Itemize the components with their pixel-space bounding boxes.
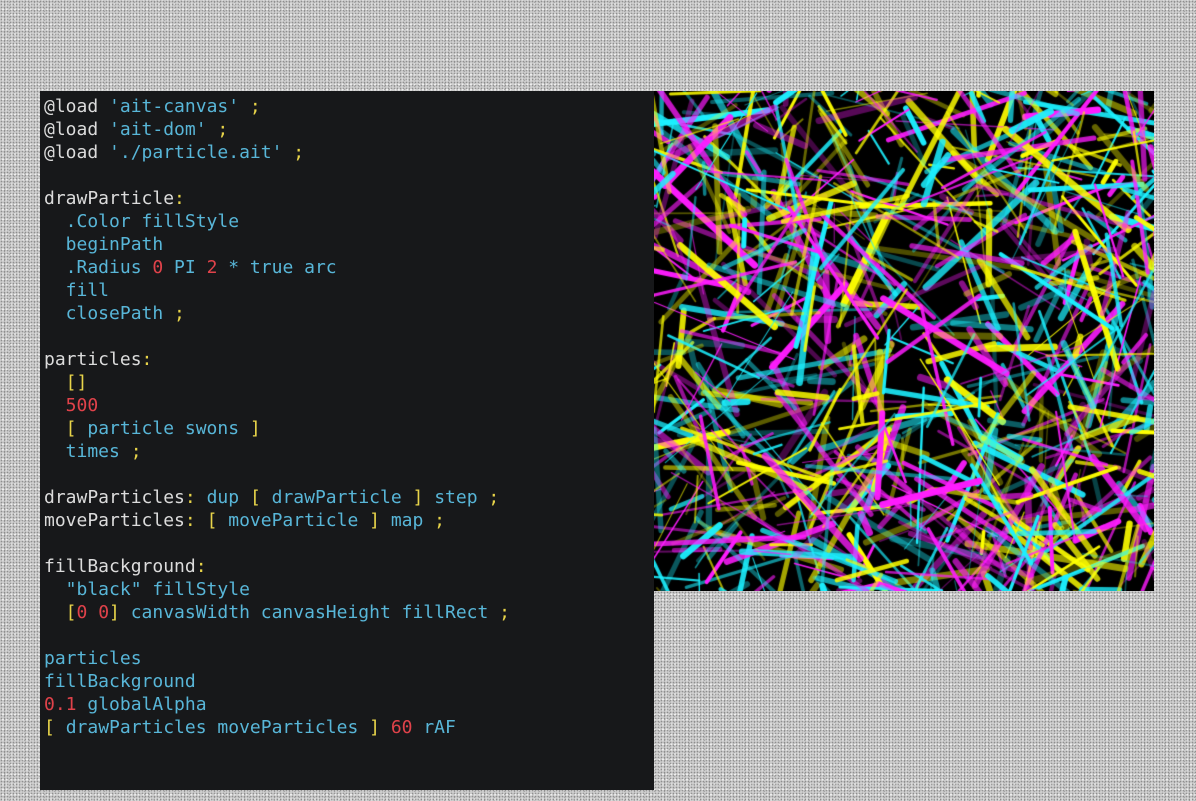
code-token: ] [369,717,391,738]
code-token: ] [412,487,435,508]
code-token: : [184,487,207,508]
code-token: step [434,487,478,508]
code-token: : [174,188,185,209]
code-line: "black" fillStyle [44,578,654,601]
code-token: : [ [184,510,229,531]
code-token: ; [206,119,229,140]
code-line: moveParticles: [ moveParticle ] map ; [44,509,654,532]
code-token: beginPath [44,234,164,255]
code-line: .Radius 0 PI 2 * true arc [44,256,654,279]
code-token: ; [239,96,261,117]
code-token: ] [109,602,120,623]
code-token: drawParticle [44,188,175,209]
code-token: ; [282,142,305,163]
code-token: drawParticles moveParticles [65,717,370,738]
code-line: @load './particle.ait' ; [44,141,654,164]
code-token: fillBackground [44,556,196,577]
code-token: './particle.ait' [109,142,283,163]
code-token: ; [488,602,511,623]
code-token: closePath [44,303,164,324]
code-token: @load [44,96,110,117]
code-token: moveParticle [228,510,370,531]
code-line: closePath ; [44,302,654,325]
code-token: 0.1 [44,694,77,715]
code-token: 'ait-dom' [109,119,207,140]
code-token: 0 [152,257,164,278]
code-token: [ [44,602,77,623]
code-token: rAF [412,717,456,738]
code-line: times ; [44,440,654,463]
code-token: 0 0 [76,602,110,623]
code-token: [ [44,418,77,439]
code-line: 500 [44,394,654,417]
code-line: beginPath [44,233,654,256]
code-token: fill [44,280,110,301]
code-token: : [195,556,207,577]
code-token: particles [44,349,142,370]
code-token: * true arc [217,257,337,278]
code-token: moveParticles [44,510,185,531]
code-token: ; [423,510,446,531]
code-token: dup [206,487,250,508]
code-token: ] [369,510,391,531]
code-token: [ [44,717,66,738]
code-line: particles: [44,348,654,371]
code-line: fill [44,279,654,302]
code-line: @load 'ait-canvas' ; [44,95,654,118]
code-line: fillBackground: [44,555,654,578]
particle-canvas [654,91,1154,591]
code-token: [] [44,372,88,393]
code-token: .Color fillStyle [44,211,240,232]
code-line: fillBackground [44,670,654,693]
code-token: [ [249,487,272,508]
code-line: @load 'ait-dom' ; [44,118,654,141]
code-line: drawParticle: [44,187,654,210]
code-token: 'ait-canvas' [109,96,240,117]
code-token: ; [119,441,142,462]
code-line: [] [44,371,654,394]
code-line: 0.1 globalAlpha [44,693,654,716]
code-editor[interactable]: @load 'ait-canvas' ; @load 'ait-dom' ; @lo… [40,91,654,790]
code-token: ; [163,303,185,324]
code-token: 2 [206,257,218,278]
code-token: fillBackground [44,671,196,692]
code-token: "black" fillStyle [44,579,250,600]
code-token: drawParticles [44,487,185,508]
code-token: 500 [44,395,99,416]
code-token: @load [44,119,110,140]
code-line: [ particle swons ] [44,417,654,440]
code-token: globalAlpha [76,694,207,715]
code-token: map [390,510,424,531]
code-token: @load [44,142,110,163]
code-token: ; [477,487,500,508]
code-token: times [44,441,120,462]
code-line: .Color fillStyle [44,210,654,233]
code-line: drawParticles: dup [ drawParticle ] step… [44,486,654,509]
code-token: .Radius [44,257,153,278]
code-line: [ drawParticles moveParticles ] 60 rAF [44,716,654,739]
code-token: particle swons [76,418,250,439]
code-line: [0 0] canvasWidth canvasHeight fillRect … [44,601,654,624]
code-line: particles [44,647,654,670]
code-token: : [141,349,153,370]
code-token: ] [249,418,261,439]
code-token: PI [163,257,207,278]
code-token: drawParticle [271,487,413,508]
code-token: 60 [390,717,413,738]
code-token: particles [44,648,142,669]
code-token: canvasWidth canvasHeight fillRect [119,602,489,623]
